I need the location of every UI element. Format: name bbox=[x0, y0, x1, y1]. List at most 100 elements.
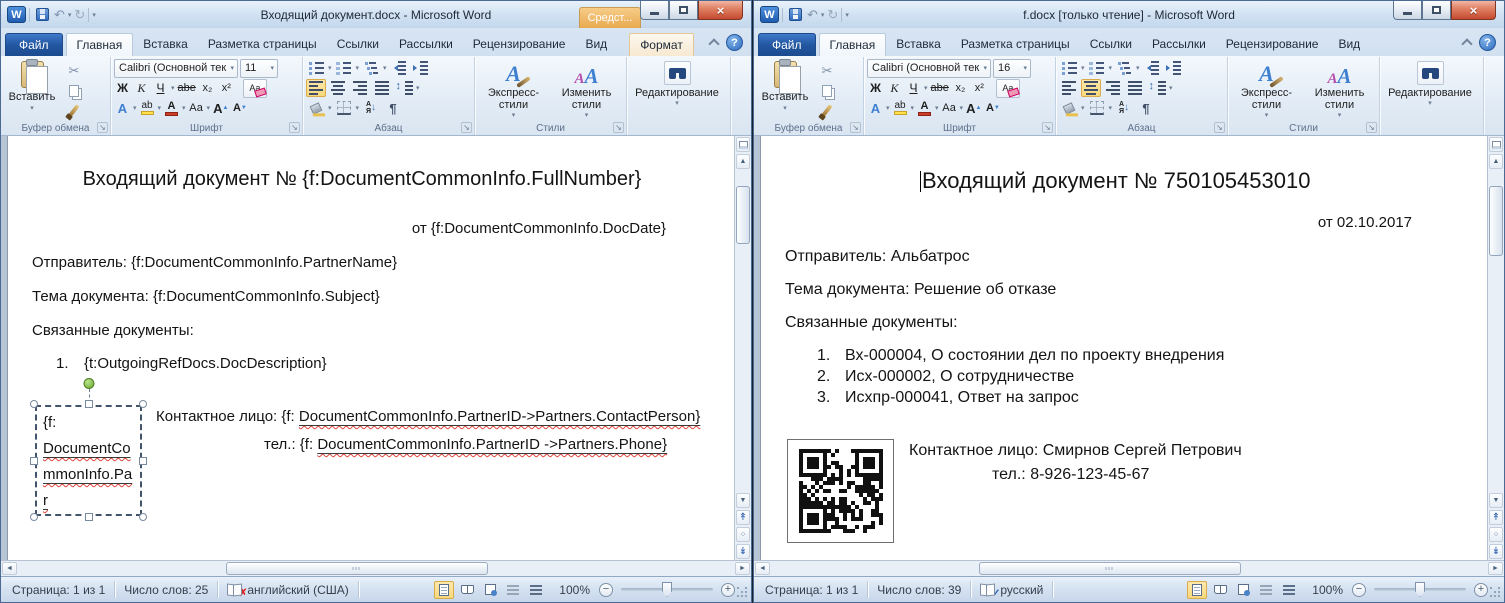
maximize-button[interactable] bbox=[669, 1, 698, 20]
vscroll-thumb[interactable] bbox=[736, 186, 750, 244]
subscript-button[interactable]: x₂ bbox=[199, 79, 216, 97]
align-center-button[interactable] bbox=[328, 79, 348, 97]
scroll-right-icon[interactable]: ► bbox=[735, 562, 750, 575]
bold-button[interactable]: Ж bbox=[114, 79, 131, 97]
resize-handle-w[interactable] bbox=[30, 457, 38, 465]
tab-insert[interactable]: Вставка bbox=[133, 33, 198, 56]
align-right-button[interactable] bbox=[1103, 79, 1123, 97]
justify-button[interactable] bbox=[372, 79, 392, 97]
tab-insert[interactable]: Вставка bbox=[886, 33, 951, 56]
align-left-button[interactable] bbox=[306, 79, 326, 97]
selected-textbox[interactable]: {f: DocumentCo mmonInfo.Par tnerID- >Par… bbox=[35, 405, 142, 516]
browse-object-icon[interactable]: ○ bbox=[1489, 527, 1503, 542]
align-right-button[interactable] bbox=[350, 79, 370, 97]
ruler-toggle-button[interactable] bbox=[1489, 137, 1503, 152]
clipboard-dialog-launcher[interactable] bbox=[97, 122, 108, 133]
shading-button[interactable] bbox=[306, 99, 326, 117]
bullets-button[interactable] bbox=[1059, 59, 1079, 77]
next-page-icon[interactable]: ↡ bbox=[736, 544, 750, 559]
scroll-up-icon[interactable]: ▲ bbox=[736, 154, 750, 169]
decrease-indent-button[interactable] bbox=[389, 59, 409, 77]
show-paragraph-marks-button[interactable] bbox=[1136, 99, 1156, 117]
language-indicator[interactable]: русский bbox=[971, 581, 1053, 598]
underline-button[interactable]: Ч bbox=[905, 79, 922, 97]
browse-object-icon[interactable]: ○ bbox=[736, 527, 750, 542]
zoom-in-button[interactable]: + bbox=[721, 583, 735, 597]
line-spacing-button[interactable] bbox=[1147, 79, 1167, 97]
scroll-left-icon[interactable]: ◄ bbox=[2, 562, 17, 575]
web-layout-view-button[interactable] bbox=[480, 581, 500, 599]
resize-handle-se[interactable] bbox=[139, 513, 147, 521]
decrease-indent-button[interactable] bbox=[1142, 59, 1162, 77]
zoom-out-button[interactable]: − bbox=[1352, 583, 1366, 597]
tab-page-layout[interactable]: Разметка страницы bbox=[198, 33, 327, 56]
help-icon[interactable]: ? bbox=[1479, 34, 1496, 51]
font-name-combo[interactable]: Calibri (Основной тек bbox=[867, 59, 991, 78]
paragraph-dialog-launcher[interactable] bbox=[461, 122, 472, 133]
shrink-font-button[interactable] bbox=[231, 99, 248, 117]
font-size-combo[interactable]: 11 bbox=[240, 59, 278, 78]
horizontal-scrollbar[interactable]: ◄ ► bbox=[754, 560, 1504, 576]
undo-button[interactable] bbox=[54, 7, 65, 23]
outline-view-button[interactable] bbox=[503, 581, 523, 599]
vscroll-track[interactable] bbox=[1489, 170, 1503, 492]
document-page[interactable]: Входящий документ № {f:DocumentCommonInf… bbox=[7, 136, 736, 560]
tab-page-layout[interactable]: Разметка страницы bbox=[951, 33, 1080, 56]
previous-page-icon[interactable]: ↟ bbox=[1489, 510, 1503, 525]
print-layout-view-button[interactable] bbox=[1187, 581, 1207, 599]
draft-view-button[interactable] bbox=[526, 581, 546, 599]
word-count[interactable]: Число слов: 25 bbox=[115, 581, 218, 598]
tab-file[interactable]: Файл bbox=[758, 33, 816, 56]
customize-qat-icon[interactable] bbox=[845, 11, 849, 19]
zoom-slider[interactable] bbox=[1374, 588, 1466, 591]
editing-button[interactable]: Редактирование bbox=[629, 58, 725, 108]
document-page[interactable]: Входящий документ № 750105453010 от 02.1… bbox=[760, 136, 1489, 560]
show-paragraph-marks-button[interactable] bbox=[383, 99, 403, 117]
tab-references[interactable]: Ссылки bbox=[327, 33, 389, 56]
bullets-button[interactable] bbox=[306, 59, 326, 77]
editing-button[interactable]: Редактирование bbox=[1382, 58, 1478, 108]
previous-page-icon[interactable]: ↟ bbox=[736, 510, 750, 525]
quick-styles-button[interactable]: Экспресс-стили bbox=[1230, 58, 1303, 120]
collapse-ribbon-icon[interactable] bbox=[708, 38, 719, 49]
language-indicator[interactable]: английский (США) bbox=[218, 581, 358, 598]
paragraph-dialog-launcher[interactable] bbox=[1214, 122, 1225, 133]
word-logo-icon[interactable]: W bbox=[7, 6, 26, 23]
spellcheck-icon[interactable] bbox=[227, 584, 242, 595]
font-size-combo[interactable]: 16 bbox=[993, 59, 1031, 78]
scroll-right-icon[interactable]: ► bbox=[1488, 562, 1503, 575]
change-styles-button[interactable]: Изменить стили bbox=[550, 58, 623, 120]
cut-button[interactable] bbox=[61, 61, 87, 80]
qr-code[interactable] bbox=[787, 439, 894, 543]
copy-button[interactable] bbox=[814, 81, 840, 100]
sort-button[interactable] bbox=[1114, 99, 1134, 117]
sort-button[interactable] bbox=[361, 99, 381, 117]
maximize-button[interactable] bbox=[1422, 1, 1451, 20]
tab-references[interactable]: Ссылки bbox=[1080, 33, 1142, 56]
resize-grip[interactable] bbox=[737, 587, 749, 599]
tab-view[interactable]: Вид bbox=[1328, 33, 1370, 56]
zoom-level[interactable]: 100% bbox=[559, 583, 590, 597]
minimize-button[interactable] bbox=[1393, 1, 1422, 20]
tab-home[interactable]: Главная bbox=[66, 33, 134, 56]
copy-button[interactable] bbox=[61, 81, 87, 100]
format-painter-button[interactable] bbox=[61, 101, 87, 120]
print-layout-view-button[interactable] bbox=[434, 581, 454, 599]
undo-dropdown-icon[interactable] bbox=[68, 11, 72, 19]
hscroll-thumb[interactable] bbox=[979, 562, 1241, 575]
minimize-button[interactable] bbox=[640, 1, 669, 20]
underline-button[interactable]: Ч bbox=[152, 79, 169, 97]
tab-view[interactable]: Вид bbox=[575, 33, 617, 56]
undo-button[interactable] bbox=[807, 7, 818, 23]
quick-styles-button[interactable]: Экспресс-стили bbox=[477, 58, 550, 120]
highlight-button[interactable] bbox=[139, 99, 156, 117]
multilevel-list-button[interactable] bbox=[361, 59, 381, 77]
fullscreen-reading-view-button[interactable] bbox=[1210, 581, 1230, 599]
tab-mailings[interactable]: Рассылки bbox=[1142, 33, 1216, 56]
tab-file[interactable]: Файл bbox=[5, 33, 63, 56]
resize-handle-nw[interactable] bbox=[30, 400, 38, 408]
resize-handle-sw[interactable] bbox=[30, 513, 38, 521]
text-effects-button[interactable] bbox=[867, 99, 884, 117]
cut-button[interactable] bbox=[814, 61, 840, 80]
change-styles-button[interactable]: Изменить стили bbox=[1303, 58, 1376, 120]
